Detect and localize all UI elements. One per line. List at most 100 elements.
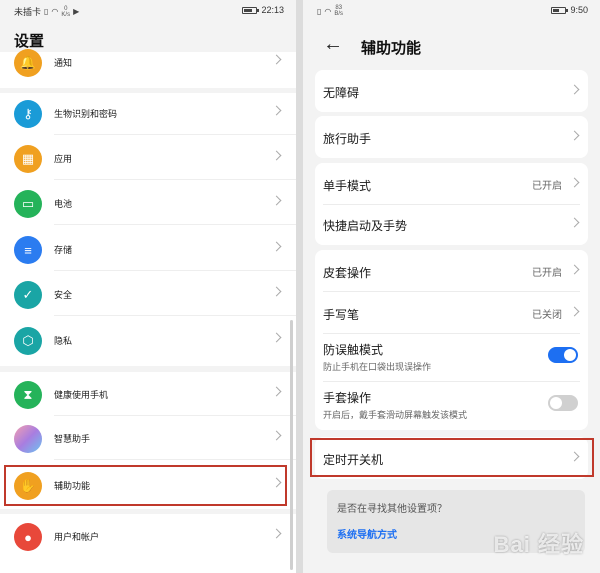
row-pocket-mode: 防误触模式 防止手机在口袋出现误操作 (315, 334, 588, 382)
settings-item-biometrics[interactable]: ⚷ 生物识别和密码 (0, 95, 296, 135)
settings-item-users[interactable]: ● 用户和帐户 (0, 518, 296, 558)
chevron-right-icon (569, 306, 580, 317)
settings-group-2: ⚷ 生物识别和密码 ▦ 应用 ▭ 电池 ≡ 存储 ✓ 安全 ⬡ 隐私 (0, 93, 296, 366)
chevron-right-icon (271, 241, 282, 252)
key-icon: ⚷ (14, 100, 42, 128)
chevron-right-icon (271, 332, 282, 343)
battery-icon: ▭ (14, 190, 42, 218)
settings-item-privacy[interactable]: ⬡ 隐私 (0, 322, 296, 362)
row-travel-assistant[interactable]: 旅行助手 (315, 116, 588, 158)
row-label: 旅行助手 (323, 132, 372, 146)
chevron-right-icon (569, 264, 580, 275)
chevron-right-icon (569, 177, 580, 188)
settings-item-label: 电池 (54, 199, 73, 209)
storage-icon: ≡ (14, 236, 42, 264)
watermark-logo: Bai 经验 (493, 532, 584, 557)
settings-item-battery[interactable]: ▭ 电池 (0, 185, 296, 225)
row-accessibility[interactable]: 无障碍 (315, 70, 588, 112)
sim-icon: ▯ (317, 6, 322, 16)
chevron-right-icon (271, 430, 282, 441)
row-subtitle: 防止手机在口袋出现误操作 (323, 362, 432, 372)
chevron-right-icon (569, 84, 580, 95)
row-subtitle: 开启后，戴手套滑动屏幕触发该模式 (323, 410, 468, 420)
suggestion-link[interactable]: 系统导航方式 (337, 526, 397, 541)
chevron-right-icon (569, 130, 580, 141)
status-time: 22:13 (261, 5, 284, 15)
settings-group-4: ● 用户和帐户 (0, 514, 296, 573)
chevron-right-icon (569, 217, 580, 228)
chevron-right-icon (271, 150, 282, 161)
network-speed: 0 K/s (61, 5, 71, 18)
row-one-handed-mode[interactable]: 单手模式 已开启 (315, 163, 588, 205)
assistant-icon (14, 425, 42, 453)
chevron-right-icon (271, 105, 282, 116)
video-icon: ▶ (73, 7, 80, 16)
sim-icon: ▯ (44, 7, 49, 16)
status-bar: 未插卡 ▯ ◠ 0 K/s ▶ 22:13 (0, 0, 296, 22)
row-label: 快捷启动及手势 (323, 219, 408, 233)
carrier-label: 未插卡 (14, 7, 42, 17)
row-label: 单手模式 (323, 179, 372, 193)
pocket-mode-toggle[interactable] (548, 347, 578, 363)
row-value: 已开启 (532, 181, 562, 192)
chevron-right-icon (271, 528, 282, 539)
chevron-right-icon (271, 286, 282, 297)
row-stylus[interactable]: 手写笔 已关闭 (315, 292, 588, 334)
settings-item-label: 安全 (54, 290, 73, 300)
glove-mode-toggle[interactable] (548, 395, 578, 411)
page-header: ← 辅助功能 (303, 28, 600, 66)
row-label: 手套操作 (323, 391, 372, 405)
settings-item-label: 健康使用手机 (54, 390, 109, 400)
chevron-right-icon (271, 195, 282, 206)
settings-item-digital-balance[interactable]: ⧗ 健康使用手机 (0, 376, 296, 416)
network-speed: 83 B/s (334, 5, 344, 17)
apps-grid-icon: ▦ (14, 145, 42, 173)
shield-icon: ✓ (14, 281, 42, 309)
settings-item-label: 用户和帐户 (54, 532, 100, 542)
chevron-right-icon (271, 386, 282, 397)
status-bar: ▯ ◠ 83 B/s 9:50 (303, 0, 600, 22)
back-arrow-icon[interactable]: ← (323, 34, 343, 54)
highlight-box (4, 465, 287, 506)
user-icon: ● (14, 523, 42, 551)
settings-group-1: 🔔 通知 (0, 49, 296, 88)
settings-item-storage[interactable]: ≡ 存储 (0, 231, 296, 271)
settings-item-notifications[interactable]: 🔔 通知 (0, 44, 296, 84)
wifi-icon: ◠ (51, 7, 59, 16)
row-label: 防误触模式 (323, 343, 384, 357)
chevron-right-icon (271, 54, 282, 65)
settings-item-apps[interactable]: ▦ 应用 (0, 140, 296, 180)
settings-item-smart-assistant[interactable]: 智慧助手 (0, 420, 296, 460)
wifi-icon: ◠ (324, 6, 332, 16)
suggestion-question: 是否在寻找其他设置项？ (337, 504, 447, 515)
settings-group-gestures: 单手模式 已开启 快捷启动及手势 (315, 163, 588, 245)
settings-item-label: 通知 (54, 58, 73, 68)
settings-item-label: 生物识别和密码 (54, 109, 118, 119)
privacy-icon: ⬡ (14, 327, 42, 355)
settings-group-travel: 旅行助手 (315, 116, 588, 158)
settings-item-label: 隐私 (54, 336, 73, 346)
settings-group-input: 皮套操作 已开启 手写笔 已关闭 防误触模式 防止手机在口袋出现误操作 手套操作… (315, 250, 588, 430)
row-label: 皮套操作 (323, 266, 372, 280)
battery-icon (242, 6, 260, 14)
row-value: 已关闭 (532, 310, 562, 321)
bell-icon: 🔔 (14, 49, 42, 77)
settings-item-security[interactable]: ✓ 安全 (0, 276, 296, 316)
battery-icon (551, 6, 569, 14)
scrollbar[interactable] (290, 320, 293, 570)
row-shortcuts-gestures[interactable]: 快捷启动及手势 (315, 203, 588, 245)
settings-group-accessibility: 无障碍 (315, 70, 588, 112)
hourglass-icon: ⧗ (14, 381, 42, 409)
row-label: 无障碍 (323, 86, 360, 100)
row-glove-mode: 手套操作 开启后，戴手套滑动屏幕触发该模式 (315, 382, 588, 430)
page-title: 辅助功能 (361, 40, 422, 57)
settings-screen: 未插卡 ▯ ◠ 0 K/s ▶ 22:13 设置 🔔 通知 ⚷ 生物识别和密码 ▦… (0, 0, 296, 573)
accessibility-screen: ▯ ◠ 83B/s 9:50 ← 辅助功能 无障碍 旅行助手 单手模式 已开启 (303, 0, 600, 573)
row-cover-operation[interactable]: 皮套操作 已开启 (315, 250, 588, 292)
highlight-box (310, 438, 594, 477)
settings-item-label: 智慧助手 (54, 434, 91, 444)
settings-item-label: 应用 (54, 154, 73, 164)
row-value: 已开启 (532, 268, 562, 279)
row-label: 手写笔 (323, 308, 360, 322)
status-time: 9:50 (570, 5, 588, 15)
